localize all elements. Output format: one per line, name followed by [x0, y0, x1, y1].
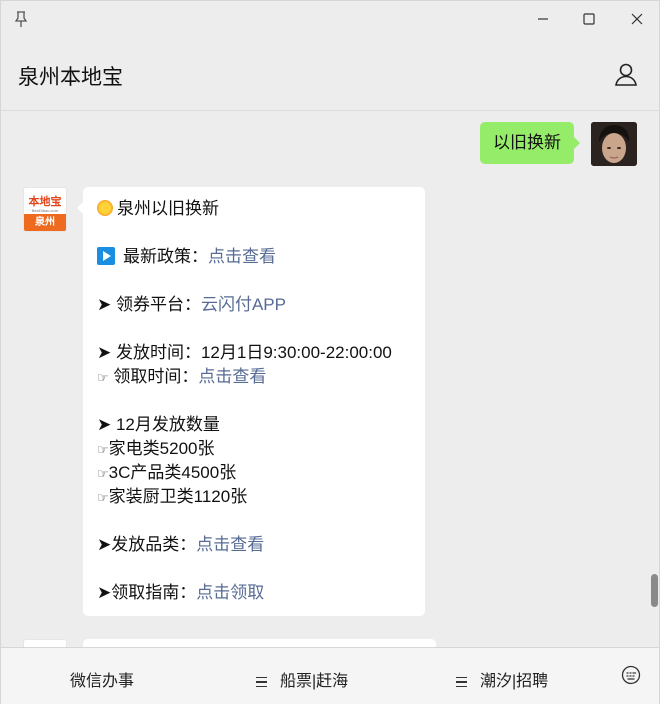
- category-link[interactable]: 点击查看: [196, 535, 264, 554]
- claim-label: 领取时间：: [113, 367, 199, 386]
- chat-scrollbar[interactable]: [651, 574, 658, 607]
- chat-header: 泉州本地宝: [1, 37, 659, 111]
- quantity-item-text: 3C产品类4500张: [108, 463, 237, 482]
- guide-label: ➤领取指南：: [97, 583, 197, 602]
- my-avatar[interactable]: [591, 122, 637, 166]
- bottom-menu-bar: 微信办事 船票|赶海 潮汐|招聘: [1, 647, 659, 704]
- title-bar: [1, 1, 659, 37]
- avatar-city-label: 泉州: [24, 214, 66, 231]
- message-title-line: 泉州以旧换新: [97, 197, 411, 221]
- quantity-item: ☞3C产品类4500张: [97, 461, 411, 485]
- official-account-avatar[interactable]: 本地宝 BenDibao.com 泉州: [23, 187, 67, 232]
- keyboard-icon[interactable]: [621, 665, 641, 685]
- next-message-bubble[interactable]: [83, 639, 436, 647]
- menu-item-label: 潮汐|招聘: [480, 673, 549, 690]
- my-message-bubble[interactable]: 以旧换新: [480, 122, 580, 164]
- chat-title: 泉州本地宝: [18, 66, 123, 89]
- menu-item-ferry-tickets[interactable]: 船票|赶海: [256, 667, 348, 691]
- platform-line: ➤ 领券平台：云闪付APP: [97, 293, 411, 317]
- pointing-hand-icon: ☞: [97, 442, 109, 457]
- menu-icon: [456, 674, 467, 691]
- policy-line: 最新政策：点击查看: [97, 245, 411, 269]
- message-title: 泉州以旧换新: [117, 199, 219, 218]
- close-button[interactable]: [620, 7, 654, 31]
- message-list[interactable]: 以旧换新 本地宝 BenDibao.com 泉州 泉州以旧换新 最新政策：点击查…: [1, 112, 659, 647]
- quantity-item-text: 家电类5200张: [108, 439, 215, 458]
- pin-icon[interactable]: [13, 10, 29, 28]
- quantity-item: ☞家装厨卫类1120张: [97, 485, 411, 509]
- guide-line: ➤领取指南：点击领取: [97, 581, 411, 605]
- menu-item-tide-jobs[interactable]: 潮汐|招聘: [456, 667, 548, 691]
- quantity-item: ☞家电类5200张: [97, 437, 411, 461]
- chat-window: 泉州本地宝 以旧换新 本地宝 BenDibao.com 泉州 泉州以旧换新 最新…: [0, 0, 660, 704]
- category-line: ➤发放品类：点击查看: [97, 533, 411, 557]
- claim-time-link[interactable]: 点击查看: [198, 367, 266, 386]
- menu-item-label: 船票|赶海: [280, 673, 349, 690]
- policy-link[interactable]: 点击查看: [208, 247, 276, 266]
- next-message-avatar[interactable]: [23, 639, 67, 647]
- platform-label: ➤ 领券平台：: [97, 295, 201, 314]
- quantity-title: ➤ 12月发放数量: [97, 415, 220, 434]
- menu-icon: [256, 674, 267, 691]
- avatar-logo-subtext: BenDibao.com: [31, 208, 59, 213]
- category-label: ➤发放品类：: [97, 535, 197, 554]
- platform-link[interactable]: 云闪付APP: [201, 295, 286, 314]
- minimize-button[interactable]: [526, 7, 560, 31]
- bot-message-bubble: 泉州以旧换新 最新政策：点击查看 ➤ 领券平台：云闪付APP ➤ 发放时间：12…: [77, 187, 425, 616]
- pointing-hand-icon: ☞: [97, 370, 109, 385]
- issue-time-line: ➤ 发放时间：12月1日9:30:00-22:00:00: [97, 343, 392, 362]
- play-icon: [97, 247, 115, 265]
- policy-label: 最新政策：: [123, 247, 208, 266]
- sun-icon: [97, 200, 113, 216]
- claim-time-line: ☞ 领取时间：点击查看: [97, 365, 411, 389]
- pointing-hand-icon: ☞: [97, 466, 109, 481]
- profile-icon[interactable]: [613, 61, 639, 87]
- menu-item-label: 微信办事: [70, 673, 135, 690]
- menu-item-wechat-services[interactable]: 微信办事: [70, 667, 134, 691]
- maximize-button[interactable]: [572, 7, 606, 31]
- quantity-item-text: 家装厨卫类1120张: [108, 487, 248, 506]
- pointing-hand-icon: ☞: [97, 490, 109, 505]
- guide-link[interactable]: 点击领取: [196, 583, 264, 602]
